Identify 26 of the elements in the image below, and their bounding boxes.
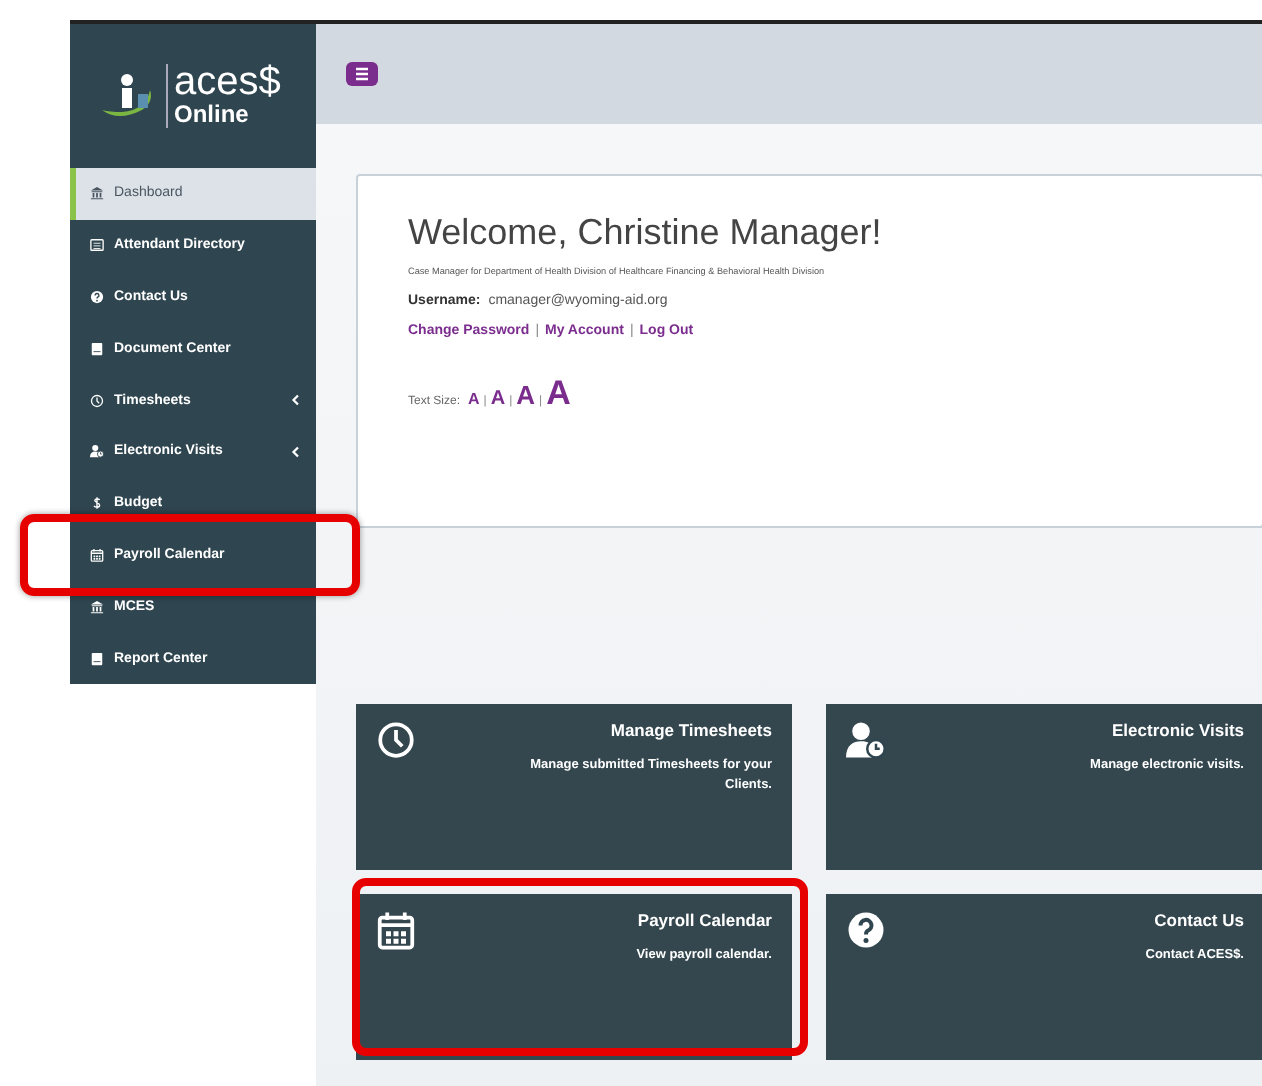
user-clock-icon: [846, 720, 886, 760]
tile-title: Payroll Calendar: [635, 910, 772, 930]
text-size-option[interactable]: A: [546, 374, 571, 414]
book-icon: [90, 651, 104, 666]
list-icon: [90, 238, 104, 253]
dollar-icon: [90, 496, 104, 511]
user-clock-icon: [90, 444, 104, 459]
tile-title: Contact Us: [1152, 910, 1244, 930]
calendar-icon: [376, 910, 416, 950]
bank-icon: [90, 186, 104, 201]
clock-icon: [376, 720, 416, 760]
logo-name: aces$: [174, 64, 281, 102]
calendar-icon: [90, 547, 104, 562]
tile-title: Manage Timesheets: [608, 720, 772, 740]
clock-icon: [90, 393, 104, 408]
bank-icon: [90, 599, 104, 614]
tile-title: Electronic Visits: [1110, 720, 1244, 740]
text-size-option[interactable]: A: [516, 380, 536, 410]
question-icon: [90, 289, 104, 304]
welcome-title: Welcome, Christine Manager!: [408, 212, 884, 254]
text-size-option[interactable]: A: [490, 388, 506, 410]
book-icon: [90, 341, 104, 356]
question-icon: [846, 910, 886, 950]
text-size-option[interactable]: A: [468, 390, 480, 408]
logo-subtitle: Online: [174, 102, 251, 128]
menu-button[interactable]: [346, 62, 378, 86]
